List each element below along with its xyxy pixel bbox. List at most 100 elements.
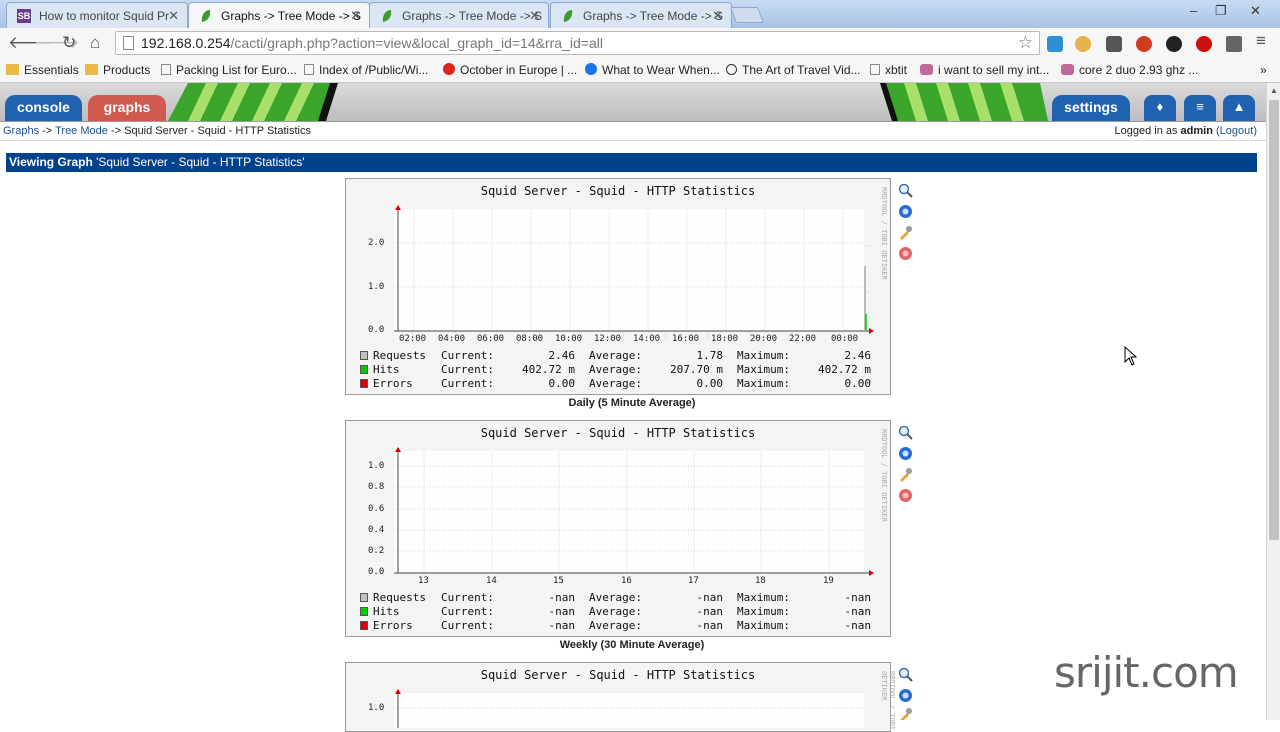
cacti-favicon-icon [563,10,573,22]
address-bar[interactable]: 192.168.0.254/cacti/graph.php?action=vie… [115,31,1040,55]
bookmark-item[interactable]: Products [85,63,150,77]
sb-favicon-icon: SB [17,9,31,23]
close-tab-icon[interactable]: ✕ [168,8,179,24]
x-tick-label: 13 [418,576,429,586]
logout-link[interactable]: (Logout) [1216,125,1257,137]
minimize-icon[interactable]: – [1190,3,1197,18]
x-tick-label: 18 [755,576,766,586]
x-tick-label: 17 [688,576,699,586]
window-close-icon[interactable]: ✕ [1250,3,1261,19]
bookmark-item[interactable]: core 2 duo 2.93 ghz ... [1061,63,1198,77]
edit-graph-icon[interactable] [898,467,913,482]
bookmark-item[interactable]: Essentials [6,63,79,77]
url-host: 192.168.0.254 [141,35,231,51]
extension-icon[interactable] [1136,36,1152,52]
mouse-cursor-icon [1124,346,1138,366]
browser-tab-4[interactable]: Graphs -> Tree Mode -> S ✕ [550,2,732,28]
menu-icon[interactable]: ≡ [1256,31,1266,51]
page-scrollbar[interactable]: ▲ [1266,83,1280,720]
olx-icon [920,64,933,75]
close-tab-icon[interactable]: ✕ [529,8,540,24]
time-graph-icon[interactable] [898,446,913,461]
graph-debug-icon[interactable] [898,488,913,503]
legend-swatch [360,379,368,388]
tree-view-icon[interactable]: ♦ [1144,95,1176,121]
bookmark-item[interactable]: October in Europe | ... [443,63,577,77]
extension-icon[interactable] [1166,36,1182,52]
viewing-label: Viewing Graph [9,155,93,169]
graph-daily[interactable]: Squid Server - Squid - HTTP Statistics R… [345,178,891,395]
zoom-magnifier-icon[interactable] [898,425,913,440]
new-tab-button[interactable] [730,7,764,23]
y-tick-label: 0.0 [368,325,385,335]
scrollbar-thumb[interactable] [1269,100,1279,540]
legend-swatch [360,365,368,374]
tab-console[interactable]: console [5,95,82,121]
tab-title: Graphs -> Tree Mode -> S [583,9,724,23]
username: admin [1180,125,1213,137]
folder-icon [6,64,19,75]
extension-icon[interactable] [1075,36,1091,52]
bookmark-item[interactable]: xbtit [870,63,907,77]
restore-icon[interactable]: ❐ [1215,3,1227,19]
breadcrumb-current: Squid Server - Squid - HTTP Statistics [124,125,311,137]
header-stripes-left [168,83,338,121]
browser-tab-1[interactable]: SB How to monitor Squid Pr ✕ [6,2,188,28]
bookmark-star-icon[interactable]: ☆ [1018,33,1033,53]
edit-graph-icon[interactable] [898,707,913,720]
tab-graphs[interactable]: graphs [88,95,166,121]
watermark-text: srijit.com [1054,648,1239,697]
graph-weekly[interactable]: Squid Server - Squid - HTTP Statistics R… [345,420,891,637]
tab-settings[interactable]: settings [1052,95,1130,121]
browser-tab-2-active[interactable]: Graphs -> Tree Mode -> S ✕ [188,2,370,28]
legend-row-requests: Requests Current: -nan Average: -nan Maximum:… [360,591,871,604]
cacti-favicon-icon [382,10,392,22]
extension-icon[interactable] [1196,36,1212,52]
breadcrumb-tree-mode-link[interactable]: Tree Mode [55,125,108,137]
x-tick-label: 18:00 [711,334,739,344]
breadcrumb: Graphs -> Tree Mode -> Squid Server - Sq… [0,121,1266,141]
browser-tab-3[interactable]: Graphs -> Tree Mode -> S ✕ [369,2,549,28]
y-tick-label: 2.0 [368,238,385,248]
y-tick-label: 0.4 [368,525,385,535]
bookmark-item[interactable]: Index of /Public/Wi... [304,63,428,77]
graph-title: Squid Server - Squid - HTTP Statistics [480,426,756,440]
y-tick-label: 1.0 [368,703,385,713]
time-graph-icon[interactable] [898,204,913,219]
more-bookmarks-icon[interactable]: » [1260,63,1267,77]
browser-toolbar: 🡐 🡒 ↻ ⌂ 192.168.0.254/cacti/graph.php?ac… [0,28,1280,58]
edit-graph-icon[interactable] [898,225,913,240]
page-icon [123,36,134,50]
breadcrumb-graphs-link[interactable]: Graphs [3,125,39,137]
page-icon [161,64,171,75]
bookmark-item[interactable]: What to Wear When... [585,63,720,77]
x-tick-label: 15 [553,576,564,586]
graph-debug-icon[interactable] [898,246,913,261]
bookmark-item[interactable]: i want to sell my int... [920,63,1049,77]
reload-icon[interactable]: ↻ [62,33,76,53]
x-tick-label: 22:00 [789,334,817,344]
home-icon[interactable]: ⌂ [90,33,100,53]
extension-icon[interactable] [1106,36,1122,52]
preview-view-icon[interactable]: ▲ [1223,95,1255,121]
scroll-up-arrow-icon[interactable]: ▲ [1270,86,1278,95]
zoom-magnifier-icon[interactable] [898,667,913,682]
zoom-magnifier-icon[interactable] [898,183,913,198]
list-view-icon[interactable]: ≡ [1184,95,1216,121]
page-icon [304,64,314,75]
legend-row-errors: Errors Current: -nan Average: -nan Maximum: -n… [360,619,871,632]
extension-icon[interactable] [1047,36,1063,52]
x-tick-label: 14:00 [633,334,661,344]
bookmark-item[interactable]: The Art of Travel Vid... [726,63,861,77]
close-tab-icon[interactable]: ✕ [712,8,723,24]
extension-icon[interactable] [1226,36,1242,52]
x-tick-label: 00:00 [831,334,859,344]
y-tick-label: 0.6 [368,504,385,514]
time-graph-icon[interactable] [898,688,913,703]
y-tick-label: 0.8 [368,482,385,492]
y-tick-label: 1.0 [368,461,385,471]
bookmark-item[interactable]: Packing List for Euro... [161,63,297,77]
legend-row-hits: Hits Current: 402.72 m Average: 207.70 m Maxi… [360,363,871,376]
close-tab-icon[interactable]: ✕ [350,8,361,24]
graph-monthly[interactable]: Squid Server - Squid - HTTP Statistics R… [345,662,896,732]
